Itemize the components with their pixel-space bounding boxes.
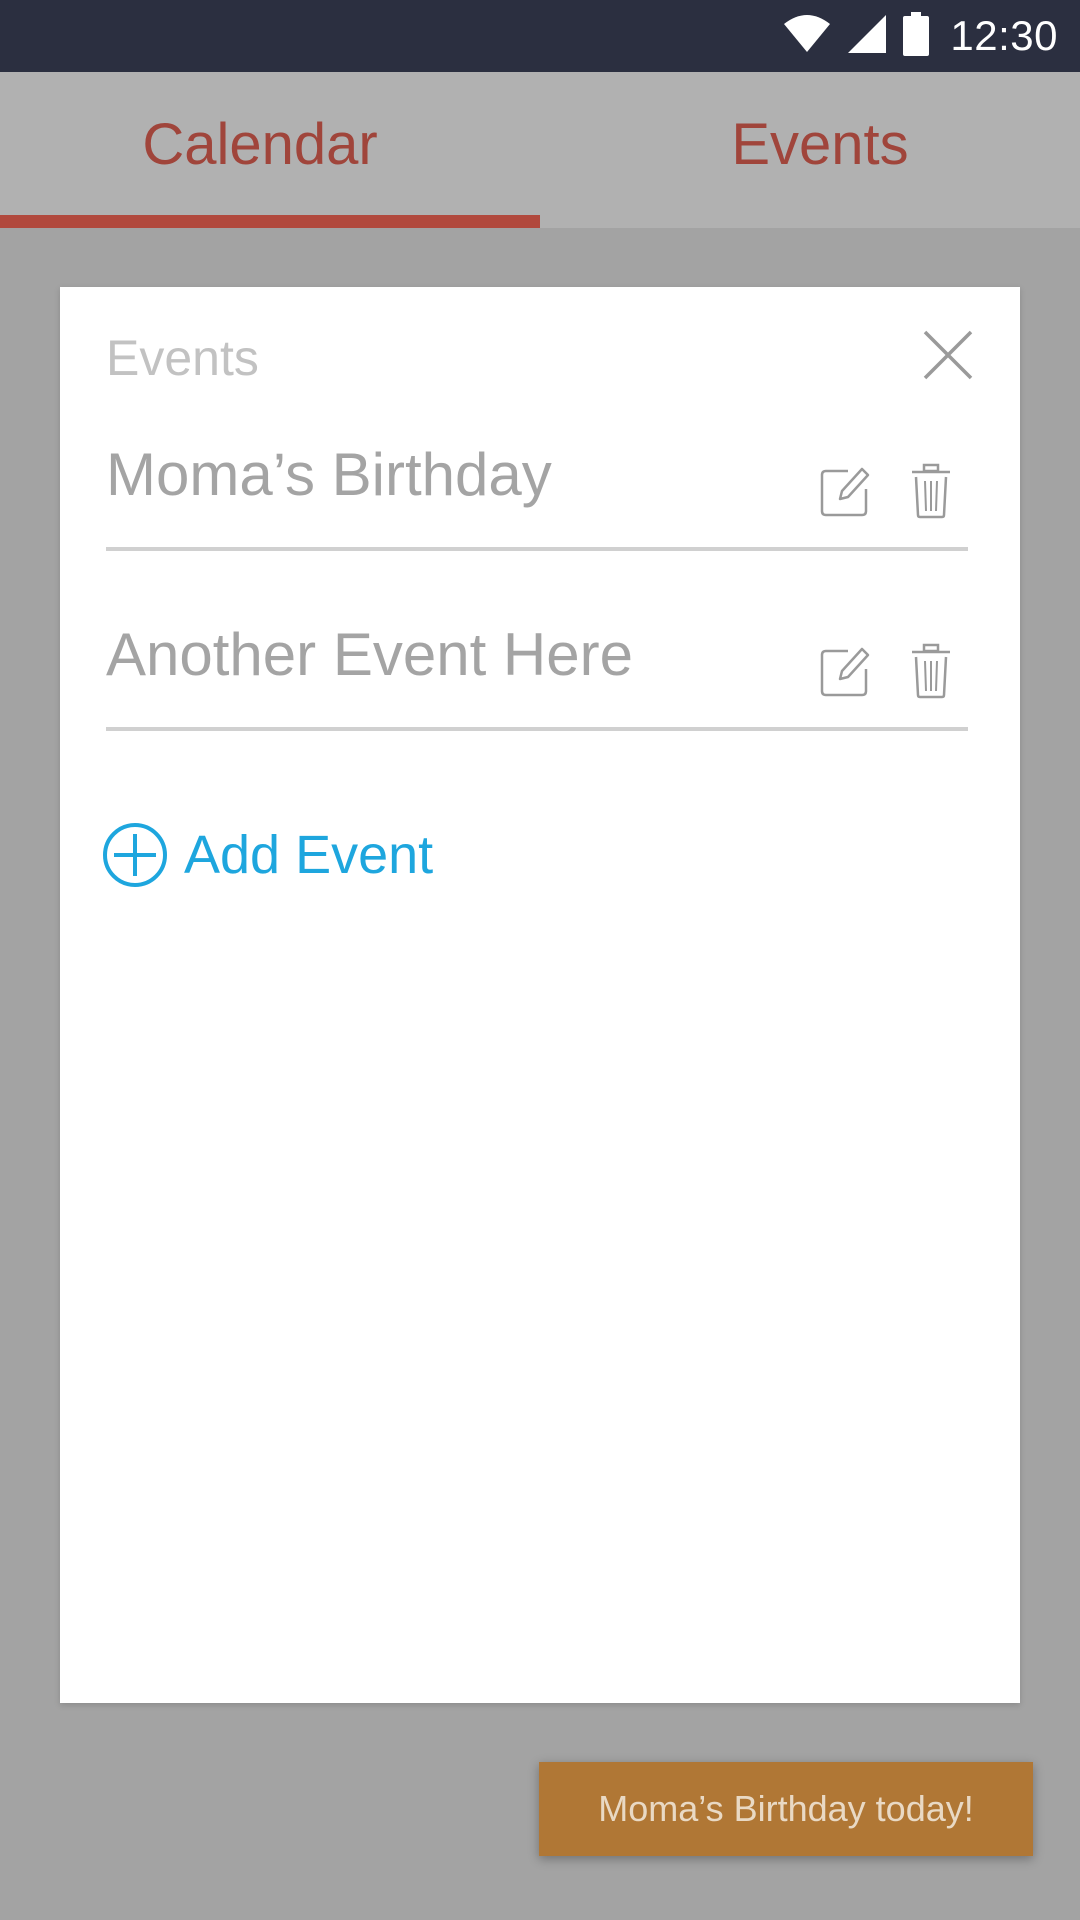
event-row: Moma’s Birthday [106, 435, 968, 551]
status-time: 12:30 [950, 12, 1058, 59]
tab-active-indicator [0, 215, 540, 228]
dialog-title: Events [106, 330, 259, 386]
event-name: Another Event Here [106, 621, 633, 688]
close-button[interactable] [922, 329, 974, 381]
status-icons: 12:30 [782, 0, 1058, 72]
plus-circle-icon [103, 823, 167, 887]
battery-icon [902, 11, 930, 61]
events-dialog: Events Moma’s Birthday Another Event Her… [60, 287, 1020, 1703]
status-bar: 12:30 [0, 0, 1080, 72]
add-event-button[interactable]: Add Event [102, 822, 433, 888]
tab-bar: Calendar Events [0, 72, 1080, 228]
trash-icon [912, 643, 950, 699]
close-icon [923, 330, 973, 380]
edit-event-button[interactable] [818, 465, 872, 519]
event-row: Another Event Here [106, 615, 968, 731]
event-name: Moma’s Birthday [106, 441, 552, 508]
trash-icon [912, 463, 950, 519]
tab-calendar[interactable]: Calendar [0, 72, 540, 228]
delete-event-button[interactable] [910, 643, 952, 699]
edit-event-button[interactable] [818, 645, 872, 699]
delete-event-button[interactable] [910, 463, 952, 519]
toast-message: Moma’s Birthday today! [598, 1788, 974, 1829]
birthday-toast[interactable]: Moma’s Birthday today! [539, 1762, 1033, 1856]
edit-icon [820, 647, 870, 697]
add-event-label: Add Event [184, 825, 434, 885]
tab-events-label: Events [731, 111, 909, 177]
tab-calendar-label: Calendar [142, 111, 378, 177]
edit-icon [820, 467, 870, 517]
tab-events[interactable]: Events [540, 72, 1080, 228]
wifi-icon [782, 14, 832, 59]
cell-signal-icon [846, 13, 888, 60]
